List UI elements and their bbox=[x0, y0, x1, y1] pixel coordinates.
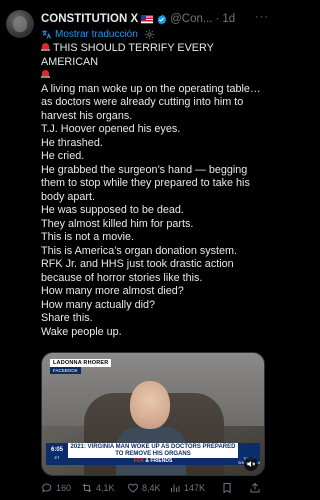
avatar[interactable] bbox=[6, 10, 34, 38]
action-bar: 160 4,1K 8,4K 147K bbox=[41, 481, 269, 495]
show-translation-link[interactable]: Mostrar traducción bbox=[55, 29, 138, 40]
video-network-bar: FOX & FRIENDS bbox=[68, 458, 238, 465]
views-count: 147K bbox=[184, 483, 206, 493]
us-flag-icon bbox=[141, 14, 154, 24]
more-options-icon[interactable]: ··· bbox=[255, 11, 269, 23]
post-line: THIS SHOULD TERRIFY EVERY AMERICAN bbox=[41, 42, 269, 83]
repost-icon bbox=[82, 483, 92, 493]
post-line: This is not a movie. bbox=[41, 231, 135, 243]
separator-dot: · bbox=[215, 13, 220, 25]
repost-count: 4,1K bbox=[96, 483, 115, 493]
post-line: He grabbed the surgeon’s hand — begging … bbox=[41, 163, 250, 203]
translate-icon bbox=[42, 30, 52, 39]
video-lower-third: 6:05 ET 2021: VIRGINIA MAN WOKE UP AS DO… bbox=[42, 443, 264, 465]
post-line: T.J. Hoover opened his eyes. bbox=[41, 123, 181, 135]
share-button[interactable] bbox=[249, 482, 264, 494]
speaker-muted-icon bbox=[247, 461, 256, 467]
reply-count: 160 bbox=[56, 483, 72, 493]
post-line: A living man woke up on the operating ta… bbox=[41, 82, 261, 122]
post-line: They almost killed him for parts. bbox=[41, 217, 194, 230]
post-line: He was supposed to be dead. bbox=[41, 204, 184, 216]
verified-badge-icon bbox=[157, 13, 167, 25]
author-handle[interactable]: @Con... bbox=[170, 13, 212, 25]
post-line: This is America’s organ donation system. bbox=[41, 244, 238, 257]
video-person-head bbox=[130, 381, 170, 429]
bookmark-button[interactable] bbox=[221, 482, 236, 494]
views-chart-icon bbox=[171, 484, 180, 492]
post-card[interactable]: CONSTITUTION X @Con... · 1d ··· Mostrar … bbox=[0, 0, 273, 500]
translate-row: Mostrar traducción bbox=[41, 29, 158, 40]
views-button[interactable]: 147K bbox=[169, 482, 205, 494]
like-button[interactable]: 8,4K bbox=[127, 482, 161, 494]
siren-icon bbox=[41, 42, 50, 52]
post-time[interactable]: 1d bbox=[222, 13, 235, 25]
post-line: He thrashed. bbox=[41, 136, 103, 149]
video-name-tag: LADONNA RHORER bbox=[50, 359, 112, 367]
gear-icon[interactable] bbox=[144, 29, 155, 40]
video-source-tag: FACEBOOK bbox=[50, 367, 81, 374]
mute-button[interactable] bbox=[244, 457, 258, 471]
heart-icon bbox=[128, 483, 138, 493]
post-line: How many actually did? bbox=[41, 298, 156, 311]
video-thumbnail[interactable]: LADONNA RHORER FACEBOOK 6:05 ET 2021: VI… bbox=[41, 352, 265, 476]
post-line: RFK Jr. and HHS just took drastic action… bbox=[41, 258, 234, 284]
siren-icon bbox=[41, 69, 50, 79]
post-line: How many more almost died? bbox=[41, 285, 184, 297]
like-count: 8,4K bbox=[142, 483, 161, 493]
author-name[interactable]: CONSTITUTION X bbox=[41, 13, 138, 25]
video-clock: 6:05 ET bbox=[46, 443, 68, 465]
post-line: He cried. bbox=[41, 150, 85, 162]
repost-button[interactable]: 4,1K bbox=[81, 482, 115, 494]
bookmark-icon bbox=[223, 483, 231, 494]
reply-icon bbox=[42, 483, 52, 493]
reply-button[interactable]: 160 bbox=[41, 482, 71, 494]
post-line: Share this. bbox=[41, 312, 93, 324]
video-headline: 2021: VIRGINIA MAN WOKE UP AS DOCTORS PR… bbox=[68, 443, 238, 458]
post-header: CONSTITUTION X @Con... · 1d ··· bbox=[41, 11, 269, 27]
share-icon bbox=[250, 482, 260, 493]
post-text: THIS SHOULD TERRIFY EVERY AMERICAN A liv… bbox=[41, 42, 269, 339]
post-line: Wake people up. bbox=[41, 325, 122, 338]
